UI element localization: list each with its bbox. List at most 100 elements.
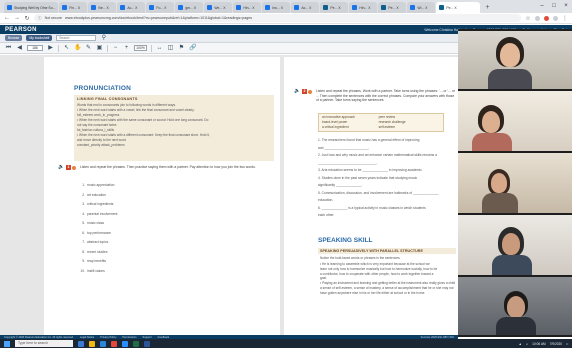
maximize-icon[interactable]: □ bbox=[548, 0, 560, 13]
highlighter-icon[interactable]: ✎ bbox=[85, 45, 92, 52]
video-tile[interactable] bbox=[458, 215, 572, 275]
two-page-icon[interactable]: ◫ bbox=[167, 45, 174, 52]
tab-favicon-icon bbox=[207, 5, 213, 10]
excel-icon[interactable] bbox=[133, 340, 139, 347]
system-tray: ▲ ♫ 10:06 AM 7/9/2020 □ bbox=[519, 342, 568, 346]
phrase-box: an innovative approach peer review board-… bbox=[318, 113, 444, 132]
mail-icon[interactable] bbox=[100, 340, 106, 347]
zoom-level-field[interactable]: 100% bbox=[134, 45, 147, 51]
first-page-icon[interactable]: ⏮ bbox=[5, 45, 12, 52]
browser-tab[interactable]: Studying Well by Ofne So... bbox=[4, 2, 59, 13]
audio-speaker-icon[interactable]: 🔈 bbox=[294, 89, 301, 94]
video-tile[interactable] bbox=[458, 277, 572, 335]
url-field[interactable]: ⓘ Not secure www.ebookplus.pearsoncmg.co… bbox=[34, 14, 521, 22]
zoom-out-icon[interactable]: − bbox=[112, 45, 119, 52]
list-item: 6. top performance bbox=[82, 230, 112, 235]
exercise-1-instructions: Listen and repeat the phrases. Then prac… bbox=[80, 165, 256, 169]
browser-tab[interactable]: Fin... X bbox=[59, 2, 88, 13]
exercise-number: 2 bbox=[302, 89, 307, 94]
question-line: 3. Arts education seems to be __________… bbox=[318, 168, 422, 172]
tab-favicon-icon bbox=[265, 5, 271, 10]
word-icon[interactable] bbox=[144, 340, 150, 347]
search-input[interactable] bbox=[56, 35, 97, 41]
minimize-icon[interactable]: – bbox=[536, 0, 548, 13]
question-line: 5. Communication, discussion, and involv… bbox=[318, 190, 439, 195]
browser-tab[interactable]: Wi... X bbox=[407, 2, 436, 13]
tab-favicon-icon bbox=[7, 5, 12, 10]
video-tile[interactable] bbox=[458, 91, 572, 151]
browser-tab[interactable]: gm... X bbox=[175, 2, 204, 13]
next-page-icon[interactable]: ▶ bbox=[47, 45, 54, 52]
browser-tab[interactable]: Fo... X bbox=[146, 2, 175, 13]
chrome-icon[interactable] bbox=[111, 340, 117, 347]
tab-favicon-icon bbox=[178, 5, 184, 10]
new-tab-button[interactable]: + bbox=[481, 2, 493, 13]
list-item: 4. parental involvement bbox=[82, 211, 118, 216]
zoom-in-icon[interactable]: + bbox=[123, 45, 130, 52]
audio-speaker-icon[interactable]: 🔈 bbox=[58, 165, 65, 170]
link-icon[interactable]: 🔗 bbox=[189, 45, 196, 52]
tab-favicon-icon bbox=[120, 5, 126, 10]
browser-tab[interactable]: Ac... X bbox=[291, 2, 320, 13]
notifications-icon[interactable]: □ bbox=[566, 342, 568, 346]
question-line: ________________________________. bbox=[318, 160, 378, 165]
file-explorer-icon[interactable] bbox=[89, 340, 95, 347]
windows-start-icon[interactable] bbox=[4, 340, 10, 347]
tab-favicon-icon bbox=[352, 5, 358, 10]
tab-favicon-icon bbox=[323, 5, 329, 10]
extension-icon[interactable] bbox=[544, 15, 549, 21]
browser-tab-active[interactable]: Pe... X bbox=[436, 2, 481, 13]
browser-tab[interactable]: Ac... X bbox=[117, 2, 146, 13]
tab-favicon-icon bbox=[410, 5, 416, 10]
browser-tab[interactable]: Ne... X bbox=[88, 2, 117, 13]
star-icon[interactable]: ☆ bbox=[525, 15, 531, 22]
tab-favicon-icon bbox=[381, 5, 387, 10]
rule-text: Words that end in consonants join to fol… bbox=[77, 103, 210, 147]
video-tile[interactable] bbox=[458, 153, 572, 213]
forward-icon[interactable]: → bbox=[14, 15, 20, 21]
browser-tab[interactable]: We... X bbox=[204, 2, 233, 13]
menu-dots-icon[interactable]: ⋮ bbox=[562, 15, 568, 22]
volume-icon[interactable]: ♫ bbox=[526, 342, 528, 346]
search-icon[interactable]: ⚲ bbox=[100, 35, 107, 42]
question-line: 2. Just how and why music and art enhanc… bbox=[318, 153, 437, 157]
browser-tab[interactable]: Ins... X bbox=[262, 2, 291, 13]
task-view-icon[interactable] bbox=[78, 340, 84, 347]
previous-page-icon[interactable]: ◀ bbox=[16, 45, 23, 52]
url-text: www.ebookplus.pearsoncmg.com/doc/ebook/t… bbox=[64, 16, 253, 20]
clock-time[interactable]: 10:06 AM bbox=[532, 342, 545, 346]
fit-width-icon[interactable]: ↔ bbox=[156, 45, 163, 52]
question-line: 6. ______________ is a typical activity … bbox=[318, 205, 426, 210]
extension-icon[interactable] bbox=[535, 15, 540, 21]
pan-hand-icon[interactable]: ✋ bbox=[74, 45, 81, 52]
select-icon[interactable]: ↖ bbox=[63, 45, 70, 52]
section-title-speaking: SPEAKING SKILL bbox=[318, 237, 373, 244]
ebook-page-left: PRONUNCIATION LINKING FINAL CONSONANTS W… bbox=[44, 57, 280, 335]
browser-tab[interactable]: Hin... X bbox=[233, 2, 262, 13]
my-bookshelf-button[interactable]: My bookshelf bbox=[26, 35, 53, 41]
url-security-label: Not secure bbox=[44, 16, 62, 20]
browse-button[interactable]: Browse bbox=[5, 35, 23, 41]
back-icon[interactable]: ← bbox=[4, 15, 10, 21]
exercise-2-badge: 🔈 2 bbox=[294, 89, 312, 94]
page-number-field[interactable]: 186 bbox=[27, 45, 43, 51]
close-icon[interactable]: × bbox=[560, 0, 572, 13]
list-item: 1. music appreciation bbox=[82, 183, 115, 187]
taskbar-search-input[interactable]: Type here to search bbox=[15, 340, 73, 347]
clock-date[interactable]: 7/9/2020 bbox=[550, 342, 562, 346]
video-tile[interactable] bbox=[458, 31, 572, 89]
browser-tab[interactable]: Hin... X bbox=[349, 2, 378, 13]
browser-tab[interactable]: Pe... X bbox=[378, 2, 407, 13]
list-item: 8. recent studies bbox=[82, 249, 108, 254]
note-icon[interactable]: ▣ bbox=[96, 45, 103, 52]
profile-avatar-icon[interactable] bbox=[553, 15, 558, 21]
wifi-icon[interactable]: ▲ bbox=[519, 342, 522, 346]
subtitle-parallel-structure: SPEAKING PERSUASIVELY WITH PARALLEL STRU… bbox=[318, 248, 456, 254]
browser-tab[interactable]: Pe... X bbox=[320, 2, 349, 13]
zoom-app-icon[interactable] bbox=[122, 340, 128, 347]
tab-favicon-icon bbox=[149, 5, 155, 10]
question-line: each other. bbox=[318, 213, 335, 217]
question-line: and ________________________. bbox=[318, 145, 370, 150]
bookmark-icon[interactable]: ⚑ bbox=[178, 45, 185, 52]
reload-icon[interactable]: ↻ bbox=[24, 15, 30, 22]
